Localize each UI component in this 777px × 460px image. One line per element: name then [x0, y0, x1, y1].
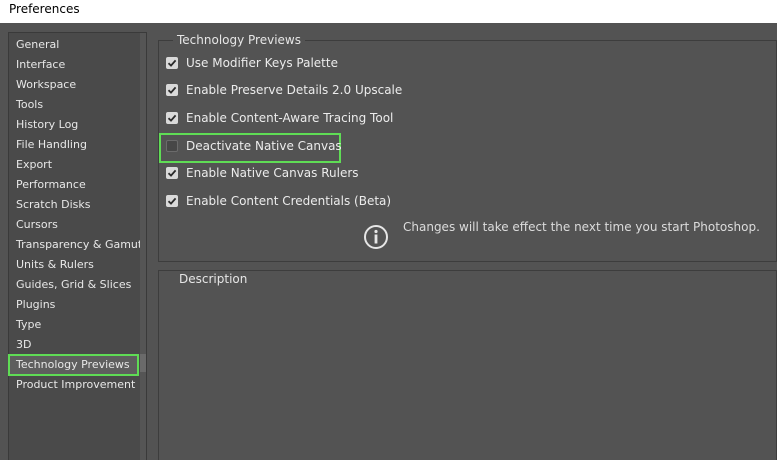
- option-native-canvas-rulers[interactable]: Enable Native Canvas Rulers: [166, 163, 359, 183]
- checkbox-checked-icon[interactable]: [166, 84, 178, 96]
- sidebar-item-file-handling[interactable]: File Handling: [9, 135, 141, 155]
- sidebar-item-transparency-gamut[interactable]: Transparency & Gamut: [9, 235, 142, 255]
- option-label: Enable Content-Aware Tracing Tool: [186, 111, 394, 125]
- sidebar-item-technology-previews[interactable]: Technology Previews: [8, 354, 139, 376]
- sidebar-item-plugins[interactable]: Plugins: [9, 295, 141, 315]
- window-title: Preferences: [9, 2, 80, 16]
- restart-notice: Changes will take effect the next time y…: [403, 220, 760, 234]
- sidebar-item-performance[interactable]: Performance: [9, 175, 141, 195]
- option-content-credentials[interactable]: Enable Content Credentials (Beta): [166, 191, 391, 211]
- info-circle-icon: [364, 225, 388, 249]
- sidebar-item-tools[interactable]: Tools: [9, 95, 141, 115]
- preferences-sidebar: General Interface Workspace Tools Histor…: [8, 32, 147, 460]
- checkbox-checked-icon[interactable]: [166, 57, 178, 69]
- option-label: Enable Content Credentials (Beta): [186, 194, 392, 208]
- sidebar-item-interface[interactable]: Interface: [9, 55, 141, 75]
- option-deactivate-native-canvas[interactable]: Deactivate Native Canvas: [166, 136, 342, 156]
- title-bar: Preferences: [0, 0, 777, 23]
- sidebar-item-product-improvement[interactable]: Product Improvement: [9, 375, 141, 395]
- option-content-aware-tracing[interactable]: Enable Content-Aware Tracing Tool: [166, 108, 393, 128]
- sidebar-item-type[interactable]: Type: [9, 315, 141, 335]
- sidebar-scroll-thumb[interactable]: [140, 354, 146, 372]
- description-title: Description: [175, 272, 252, 286]
- option-label: Enable Preserve Details 2.0 Upscale: [186, 83, 403, 97]
- sidebar-item-scratch-disks[interactable]: Scratch Disks: [9, 195, 141, 215]
- checkbox-checked-icon[interactable]: [166, 195, 178, 207]
- option-modifier-keys-palette[interactable]: Use Modifier Keys Palette: [166, 53, 338, 73]
- sidebar-item-general[interactable]: General: [9, 35, 141, 55]
- technology-previews-title: Technology Previews: [173, 33, 305, 47]
- checkbox-checked-icon[interactable]: [166, 112, 178, 124]
- sidebar-item-cursors[interactable]: Cursors: [9, 215, 141, 235]
- sidebar-item-units-rulers[interactable]: Units & Rulers: [9, 255, 141, 275]
- sidebar-scrollbar[interactable]: [140, 33, 146, 460]
- option-label: Use Modifier Keys Palette: [186, 56, 338, 70]
- option-label: Deactivate Native Canvas: [186, 139, 342, 153]
- option-preserve-details-upscale[interactable]: Enable Preserve Details 2.0 Upscale: [166, 80, 402, 100]
- sidebar-item-history-log[interactable]: History Log: [9, 115, 141, 135]
- checkbox-unchecked-icon[interactable]: [166, 140, 178, 152]
- description-group: [158, 270, 777, 460]
- sidebar-item-3d[interactable]: 3D: [9, 335, 141, 355]
- sidebar-item-export[interactable]: Export: [9, 155, 141, 175]
- option-label: Enable Native Canvas Rulers: [186, 166, 359, 180]
- sidebar-item-guides-grid-slices[interactable]: Guides, Grid & Slices: [9, 275, 141, 295]
- checkbox-checked-icon[interactable]: [166, 167, 178, 179]
- sidebar-item-workspace[interactable]: Workspace: [9, 75, 141, 95]
